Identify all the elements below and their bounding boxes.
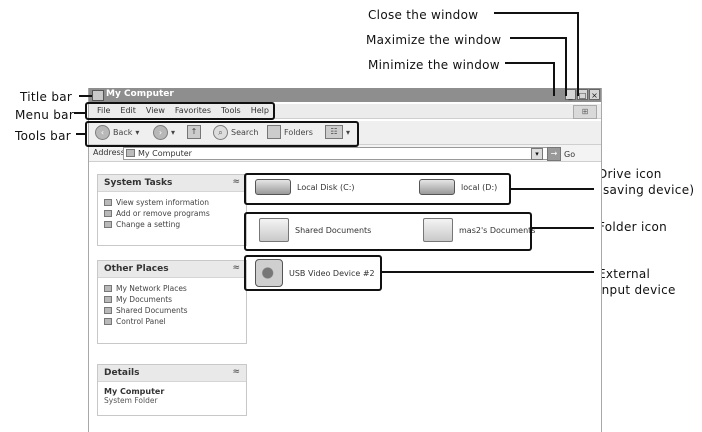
- leader-maximize: [510, 37, 567, 96]
- leader-minimize: [505, 62, 555, 96]
- leader-lines: [74, 12, 594, 273]
